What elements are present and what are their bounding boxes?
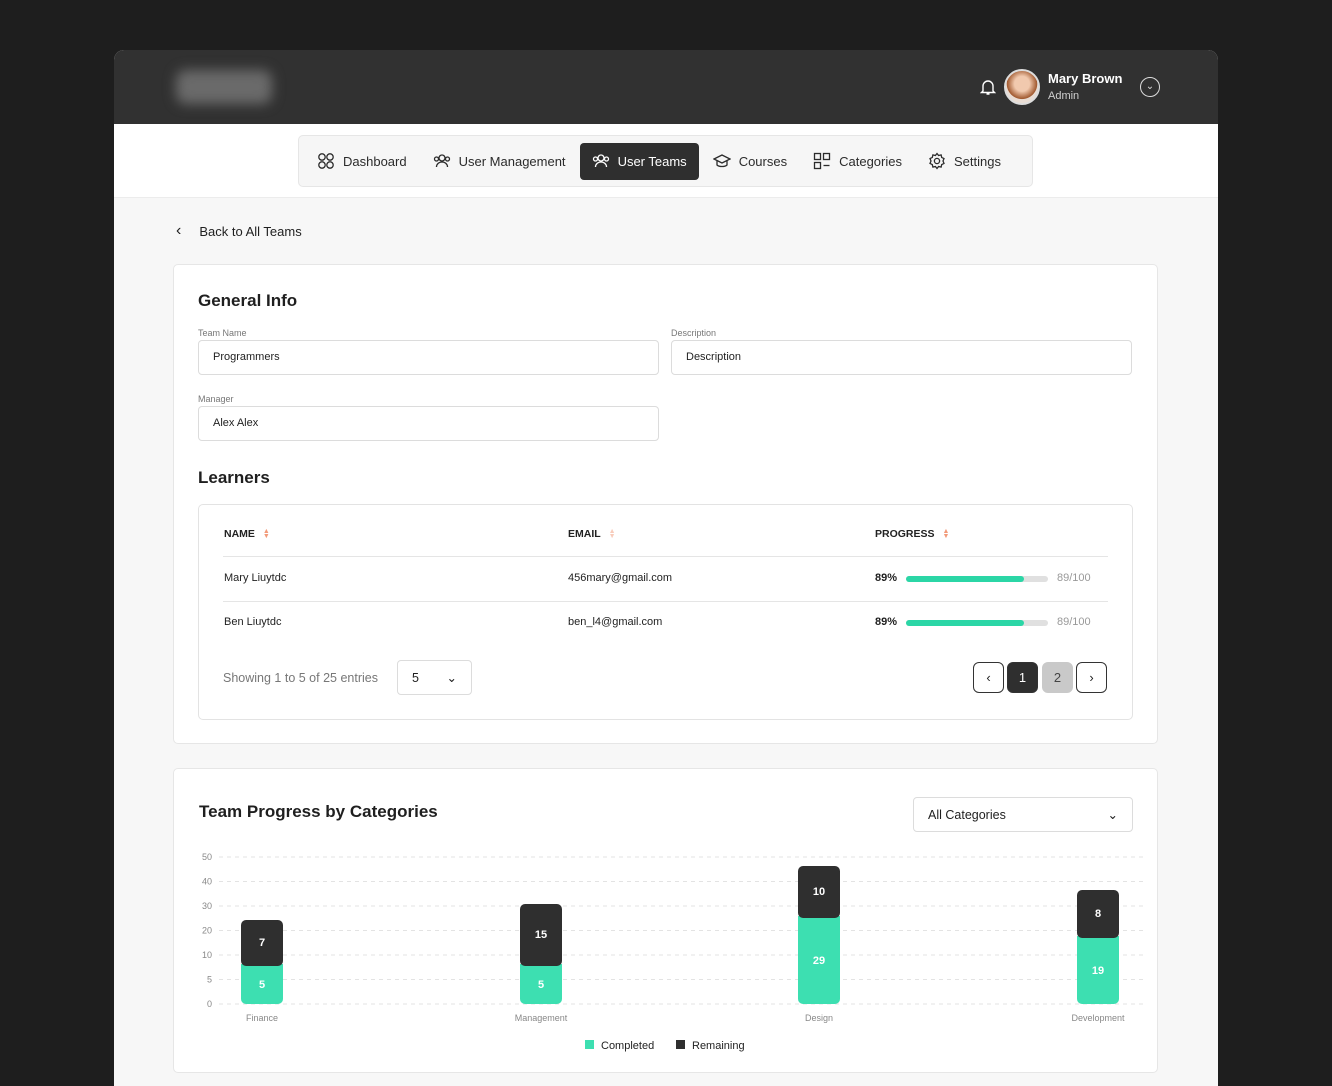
progress-percent: 89%: [875, 572, 898, 584]
section-title: General Info: [198, 291, 298, 310]
team-name-label: Team Name: [198, 328, 247, 338]
legend-swatch: [585, 1040, 594, 1049]
manager-input[interactable]: Alex Alex: [198, 406, 659, 441]
progress-bar: [906, 620, 1048, 626]
sort-icon: ▲ ▼: [608, 528, 616, 540]
nav-categories[interactable]: Categories: [801, 143, 914, 180]
nav-label: Courses: [738, 153, 788, 169]
stacked-bar-chart: 0 5 10 20 30 40 50 5 7 Finance 5 15 Management 29 10 De…: [202, 852, 1144, 1052]
manager-label: Manager: [198, 394, 234, 404]
bar-value-label: 19: [1092, 965, 1104, 977]
page-1-button[interactable]: 1: [1007, 662, 1038, 693]
y-tick-label: 50: [202, 852, 212, 862]
nav-settings[interactable]: Settings: [916, 143, 1013, 180]
team-progress-card: Team Progress by Categories All Categori…: [173, 768, 1158, 1073]
nav-user-teams[interactable]: User Teams: [579, 142, 699, 180]
top-bar: Mary Brown Admin ⌄: [114, 50, 1218, 124]
learner-name: Ben Liuytdc: [224, 616, 282, 628]
y-tick-label: 10: [202, 950, 212, 960]
bar-value-label: 29: [813, 955, 825, 967]
back-link[interactable]: ‹ Back to All Teams: [176, 222, 302, 240]
categories-icon: [813, 152, 831, 170]
chevron-down-icon[interactable]: ⌄: [1140, 77, 1160, 97]
logo: [176, 70, 272, 104]
progress-score: 89/100: [1057, 572, 1091, 584]
y-tick-label: 30: [202, 901, 212, 911]
divider: [223, 556, 1108, 557]
nav-label: Settings: [953, 153, 1001, 169]
grid-circles-icon: [318, 153, 334, 169]
description-label: Description: [671, 328, 717, 338]
chevron-left-icon: ‹: [176, 222, 182, 239]
back-label: Back to All Teams: [199, 223, 302, 239]
user-name: Mary Brown: [1048, 71, 1123, 86]
x-tick-label: Design: [805, 1013, 833, 1023]
bar-value-label: 5: [259, 979, 265, 991]
legend-label: Completed: [601, 1040, 654, 1052]
learner-name: Mary Liuytdc: [224, 572, 287, 584]
team-name-input[interactable]: Programmers: [198, 340, 659, 375]
team-icon: [592, 154, 609, 168]
nav-label: User Management: [458, 153, 566, 169]
divider: [223, 601, 1108, 602]
user-role: Admin: [1048, 90, 1080, 102]
learner-email: ben_l4@gmail.com: [568, 616, 663, 628]
nav-label: Categories: [839, 153, 902, 169]
nav-label: User Teams: [617, 153, 687, 169]
prev-page-button[interactable]: ‹: [973, 662, 1004, 693]
y-tick-label: 20: [202, 926, 212, 936]
x-tick-label: Development: [1071, 1013, 1125, 1023]
legend-swatch: [676, 1040, 685, 1049]
users-icon: [433, 154, 450, 168]
bar-value-label: 7: [259, 937, 265, 949]
bar-value-label: 15: [535, 929, 547, 941]
bar-value-label: 10: [813, 886, 825, 898]
chevron-down-icon: ⌄: [446, 671, 457, 685]
avatar[interactable]: [1004, 69, 1040, 105]
y-tick-label: 0: [207, 999, 212, 1009]
nav-dashboard[interactable]: Dashboard: [305, 143, 419, 180]
general-info-card: General Info Team Name Programmers Descr…: [173, 264, 1158, 744]
bar-value-label: 8: [1095, 908, 1101, 920]
learners-table: NAME ▲ ▼ EMAIL ▲ ▼ PROGRESS ▲ ▼ Mary Liuytdc 4…: [198, 504, 1133, 720]
gear-icon: [929, 152, 945, 170]
progress-score: 89/100: [1057, 616, 1091, 628]
sort-icon: ▲ ▼: [942, 528, 950, 540]
main-nav: Dashboard User Management User Teams Course…: [298, 135, 1033, 187]
legend-label: Remaining: [692, 1040, 745, 1052]
y-tick-label: 5: [207, 975, 212, 985]
progress-header[interactable]: PROGRESS ▲ ▼: [875, 528, 949, 540]
bell-icon[interactable]: [980, 78, 996, 96]
learners-title: Learners: [198, 468, 270, 487]
graduation-cap-icon: [712, 154, 731, 168]
description-input[interactable]: Description: [671, 340, 1132, 375]
sort-icon: ▲ ▼: [262, 528, 270, 540]
name-header[interactable]: NAME ▲ ▼: [224, 528, 270, 540]
email-header[interactable]: EMAIL ▲ ▼: [568, 528, 616, 540]
y-tick-label: 40: [202, 877, 212, 887]
x-tick-label: Finance: [246, 1013, 278, 1023]
learner-email: 456mary@gmail.com: [568, 572, 673, 584]
page-2-button[interactable]: 2: [1042, 662, 1073, 693]
x-tick-label: Management: [515, 1013, 568, 1023]
progress-percent: 89%: [875, 616, 898, 628]
progress-bar: [906, 576, 1048, 582]
nav-courses[interactable]: Courses: [701, 143, 799, 180]
entries-info: Showing 1 to 5 of 25 entries: [223, 671, 378, 685]
page-size-select[interactable]: 5 ⌄: [397, 660, 472, 695]
next-page-button[interactable]: ›: [1076, 662, 1107, 693]
nav-label: Dashboard: [343, 153, 407, 169]
bar-value-label: 5: [538, 979, 544, 991]
nav-user-management[interactable]: User Management: [421, 143, 578, 180]
app-window: Mary Brown Admin ⌄ Dashboard User Managem…: [114, 50, 1218, 1086]
